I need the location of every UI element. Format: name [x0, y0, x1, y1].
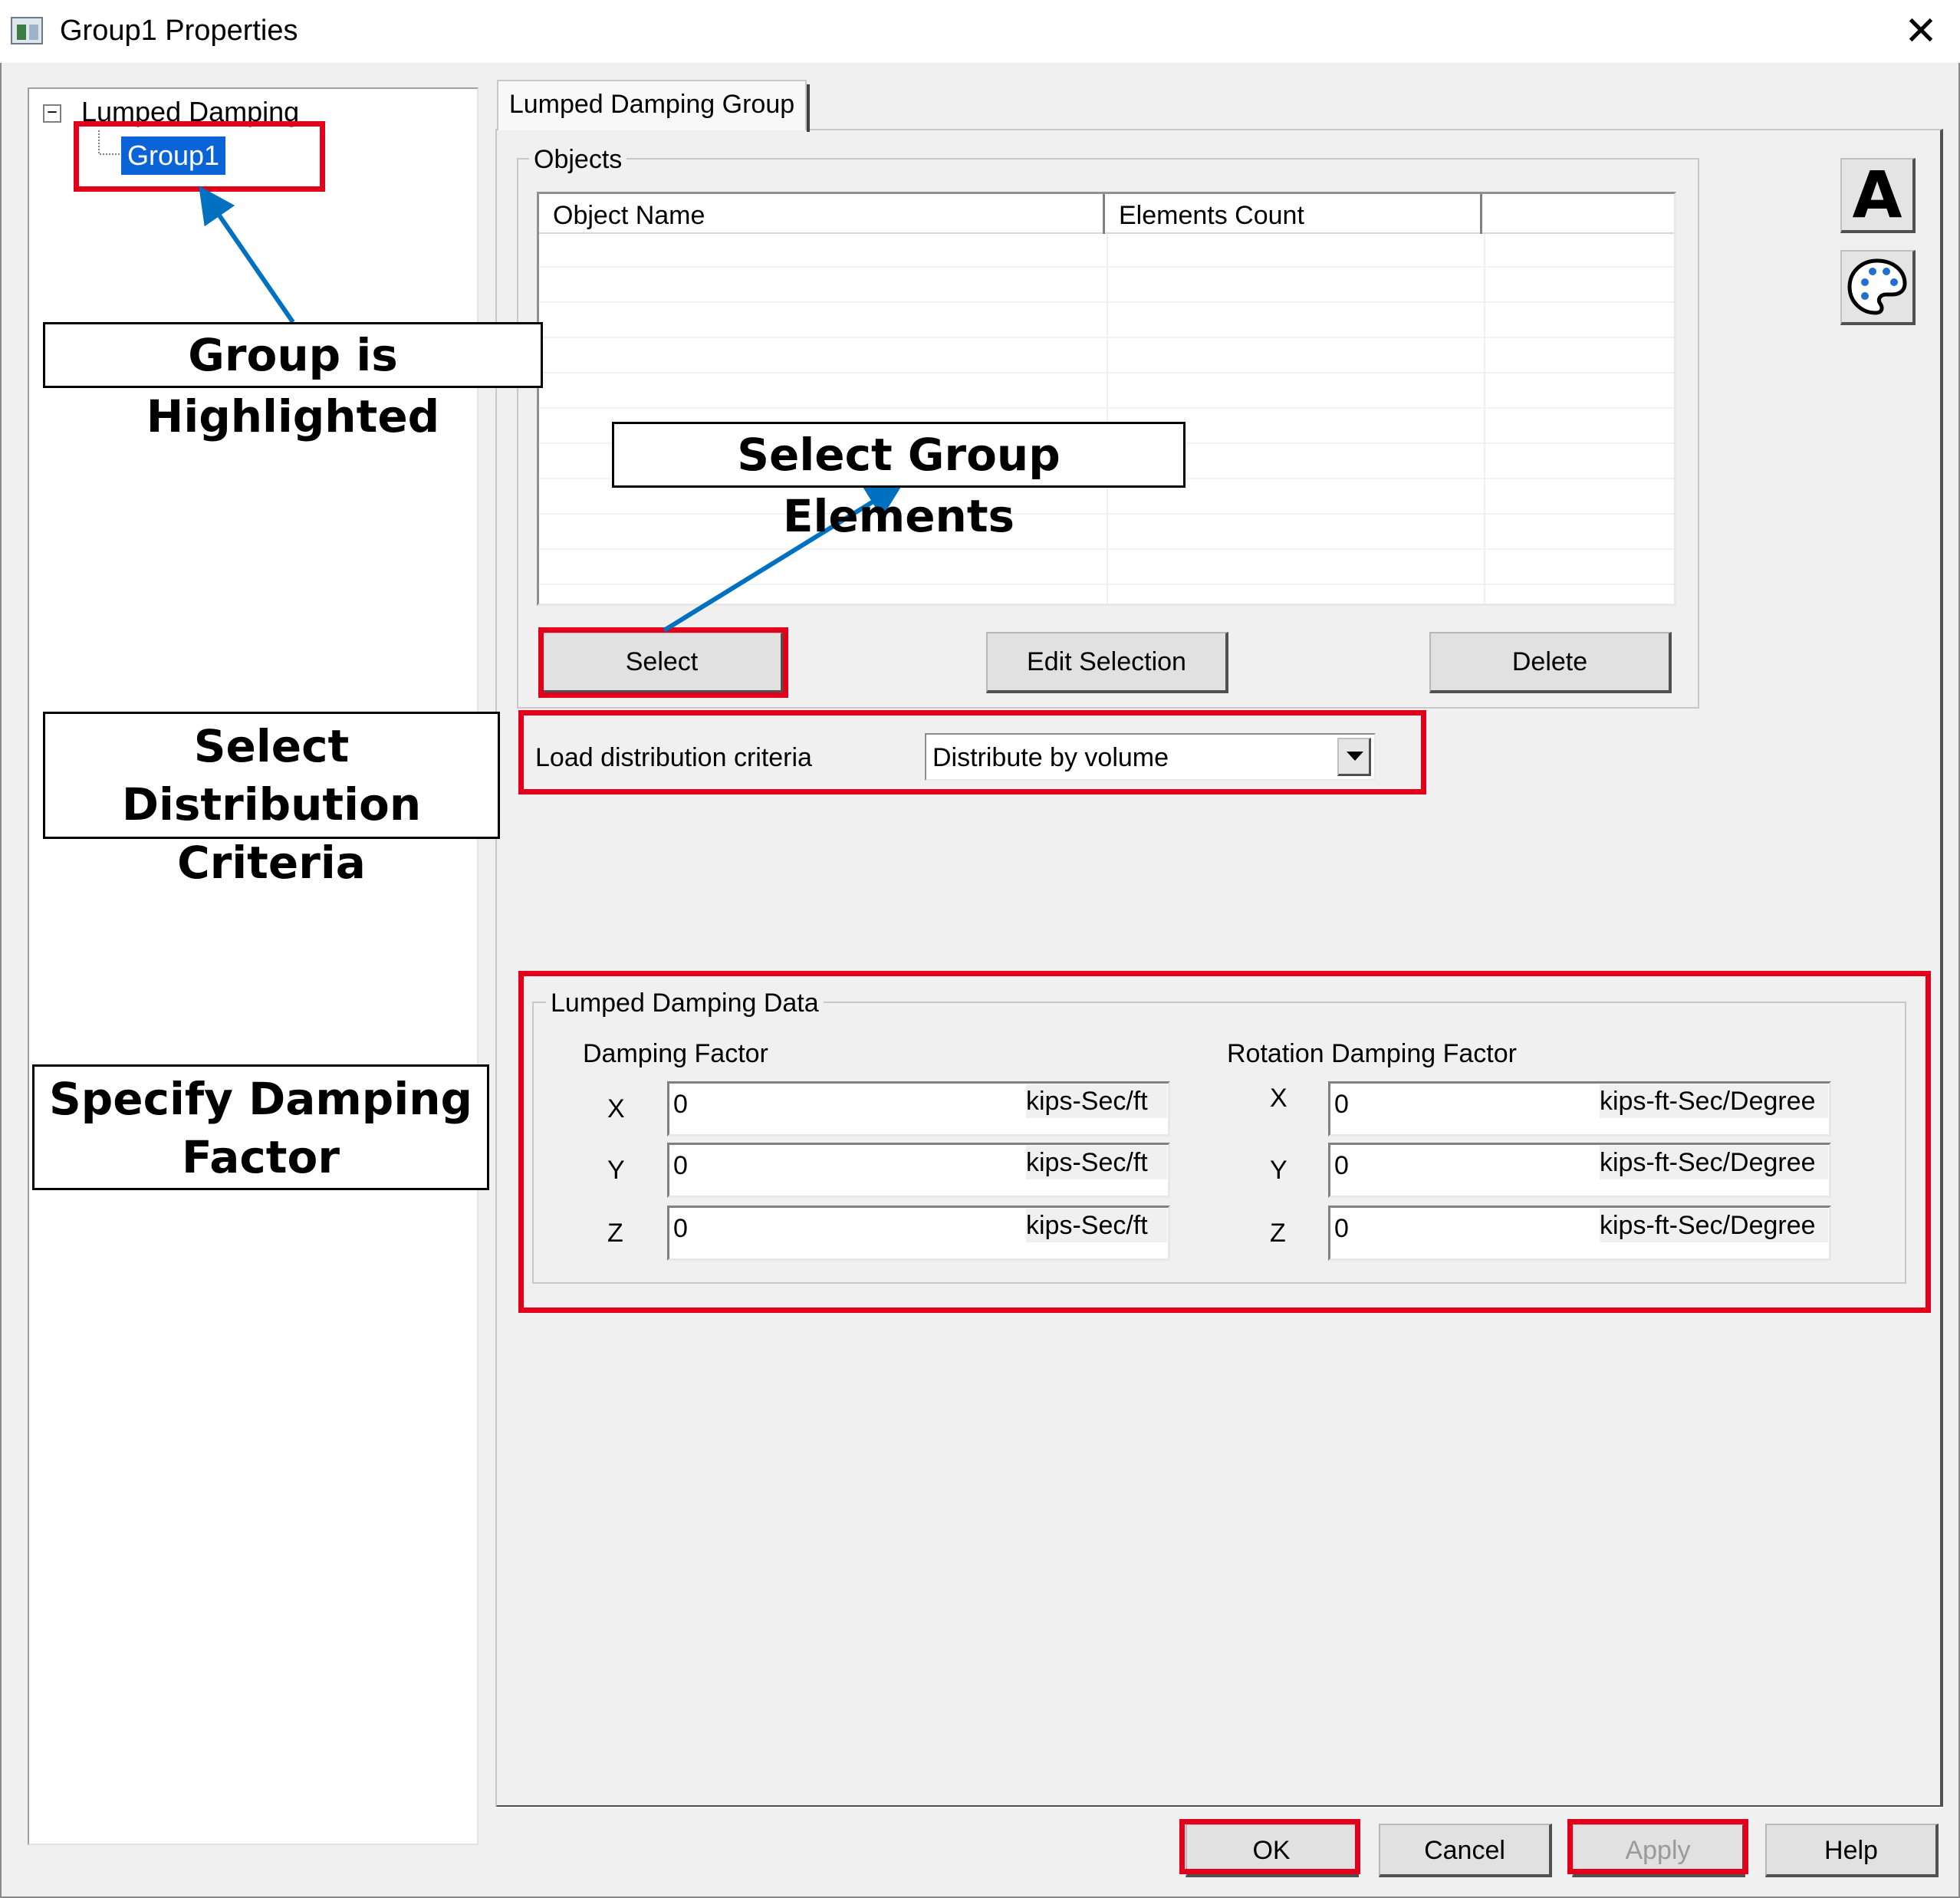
arrow-to-group1 [199, 186, 295, 324]
callout-specify-damping: Specify Damping Factor [32, 1064, 489, 1190]
callout-select-group-elements: Select Group Elements [612, 422, 1186, 542]
callout-select-distribution: Select Distribution Criteria [43, 712, 500, 889]
callout-group-highlighted: Group is Highlighted [43, 322, 543, 442]
annotation-arrows [199, 186, 904, 633]
